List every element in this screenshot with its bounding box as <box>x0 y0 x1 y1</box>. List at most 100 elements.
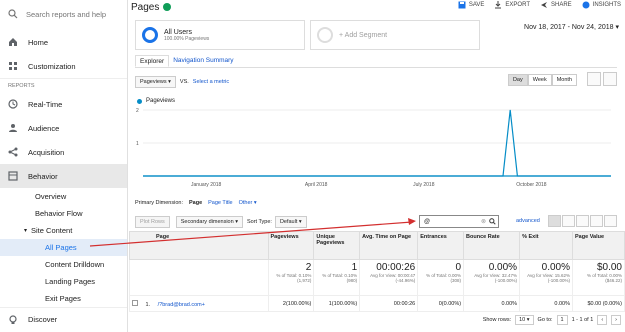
col-page[interactable]: Page <box>129 231 269 260</box>
metric-controls: Pageviews ▾ VS. Select a metric Day Week… <box>135 72 617 90</box>
person-icon <box>9 124 17 132</box>
motion-chart-icon[interactable] <box>603 72 617 86</box>
share-button[interactable]: SHARE <box>540 1 572 9</box>
x-tick-label: January 2018 <box>191 182 222 188</box>
advanced-filter-link[interactable]: advanced <box>516 218 540 224</box>
home-icon <box>9 38 17 46</box>
col-bounce-rate[interactable]: Bounce Rate <box>463 231 521 260</box>
day-button[interactable]: Day <box>507 74 528 86</box>
segment-ring-icon <box>142 27 158 43</box>
save-icon <box>458 1 466 9</box>
cell-page: 1. /?brad@brad.com+ <box>129 295 269 312</box>
sidebar-item-customization[interactable]: Customization <box>0 54 127 78</box>
total-bounce: 0.00% Avg for View: 32.47% (-100.00%) <box>463 259 521 296</box>
select-metric-link[interactable]: Select a metric <box>193 79 229 85</box>
sidebar-item-label: Real-Time <box>28 99 63 109</box>
sidebar-search[interactable]: Search reports and help <box>0 0 127 28</box>
sidebar-item-behavior[interactable]: Behavior <box>0 164 127 188</box>
total-value: 0 <box>455 262 462 273</box>
total-value-col: $0.00% of Total: 0.00% ($46.22) <box>572 259 625 296</box>
table-search-input[interactable]: @ ⊗ <box>419 215 499 228</box>
total-sub: Avg for View: 15.62% (-100.00%) <box>527 273 571 283</box>
sidebar-item-audience[interactable]: Audience <box>0 116 127 140</box>
tab-explorer[interactable]: Explorer <box>135 55 170 67</box>
sidebar-item-exit-pages[interactable]: Exit Pages <box>0 290 127 307</box>
show-rows-select[interactable]: 10 ▾ <box>515 315 534 325</box>
sidebar-item-label: Exit Pages <box>45 294 81 303</box>
chart-legend: Pageviews <box>137 98 175 104</box>
export-button[interactable]: EXPORT <box>494 1 530 9</box>
line-chart-icon[interactable] <box>587 72 601 86</box>
sidebar-item-label: Content Drilldown <box>45 260 105 269</box>
reports-section-label: REPORTS <box>0 78 127 92</box>
sort-type-label: Sort Type: <box>246 219 272 225</box>
sidebar-item-home[interactable]: Home <box>0 30 127 54</box>
row-checkbox[interactable] <box>132 299 138 306</box>
secondary-dimension-select[interactable]: Secondary dimension ▾ <box>175 216 243 228</box>
insights-label: INSIGHTS <box>592 2 621 8</box>
cell-entrances: 0(0.00%) <box>417 295 465 312</box>
week-button[interactable]: Week <box>527 74 552 86</box>
plot-rows-button[interactable]: Plot Rows <box>135 216 170 228</box>
clear-icon[interactable]: ⊗ <box>481 218 486 225</box>
vs-label: VS. <box>179 79 189 85</box>
table-view-icon[interactable] <box>548 215 561 227</box>
sidebar-item-acquisition[interactable]: Acquisition <box>0 140 127 164</box>
prev-page-button[interactable]: ‹ <box>597 315 608 325</box>
sidebar-item-label: Acquisition <box>28 147 65 157</box>
next-page-button[interactable]: › <box>611 315 621 325</box>
dimension-page-title[interactable]: Page Title <box>208 200 232 206</box>
sidebar-item-behavior-flow[interactable]: Behavior Flow <box>0 205 127 222</box>
total-sub: % of Total: 0.10% (980) <box>322 273 358 283</box>
sidebar-item-overview[interactable]: Overview <box>0 188 127 205</box>
dimension-page[interactable]: Page <box>189 200 202 206</box>
lightbulb-icon <box>9 314 17 324</box>
col-avg-time[interactable]: Avg. Time on Page <box>359 231 419 260</box>
totals-empty <box>129 259 269 296</box>
header-actions: SAVE EXPORT SHARE INSIGHTS <box>458 1 621 9</box>
empty-ring-icon <box>317 27 333 43</box>
sidebar-item-landing-pages[interactable]: Landing Pages <box>0 273 127 290</box>
sidebar-item-discover[interactable]: Discover <box>0 307 127 331</box>
table-header-row: Page Pageviews Unique Pageviews Avg. Tim… <box>129 231 625 260</box>
comparison-view-icon[interactable] <box>590 215 603 227</box>
total-value: 1 <box>351 262 358 273</box>
total-avg-time: 00:00:26 Avg for View: 00:00:47 (-44.96%) <box>359 259 419 296</box>
total-sub: % of Total: 0.00% (308) <box>426 273 462 283</box>
pie-view-icon[interactable] <box>562 215 575 227</box>
goto-label: Go to: <box>537 317 553 323</box>
total-value: 2 <box>305 262 312 273</box>
dimension-other[interactable]: Other ▾ <box>239 200 257 206</box>
sidebar-item-content-drilldown[interactable]: Content Drilldown <box>0 256 127 273</box>
download-icon <box>495 1 502 9</box>
date-range-picker[interactable]: Nov 18, 2017 - Nov 24, 2018 ▾ <box>524 23 619 31</box>
total-value: 0.00% <box>541 262 571 273</box>
add-segment-button[interactable]: + Add Segment <box>310 20 480 50</box>
col-page-value[interactable]: Page Value <box>572 231 625 260</box>
col-entrances[interactable]: Entrances <box>417 231 465 260</box>
search-icon[interactable] <box>489 218 496 225</box>
performance-view-icon[interactable] <box>576 215 589 227</box>
save-button[interactable]: SAVE <box>458 1 484 9</box>
pivot-view-icon[interactable] <box>604 215 617 227</box>
tab-navigation-summary[interactable]: Navigation Summary <box>169 55 237 67</box>
goto-input[interactable]: 1 <box>556 315 568 325</box>
insights-button[interactable]: INSIGHTS <box>582 1 621 9</box>
col-unique-pageviews[interactable]: Unique Pageviews <box>313 231 361 260</box>
cell-bounce: 0.00% <box>463 295 521 312</box>
sort-type-select[interactable]: Default ▾ <box>274 216 307 228</box>
behavior-icon <box>8 171 18 181</box>
dimension-other-label: Other <box>238 200 253 206</box>
sidebar-item-all-pages[interactable]: All Pages <box>0 239 127 256</box>
page-link[interactable]: /?brad@brad.com+ <box>158 302 205 308</box>
sidebar-item-realtime[interactable]: Real-Time <box>0 92 127 116</box>
month-button[interactable]: Month <box>551 74 577 86</box>
col-exit[interactable]: % Exit <box>519 231 574 260</box>
col-pageviews[interactable]: Pageviews <box>267 231 315 260</box>
total-unique: 1% of Total: 0.10% (980) <box>313 259 361 296</box>
sidebar-item-label: Site Content <box>31 226 73 235</box>
metric-select[interactable]: Pageviews ▾ <box>135 76 176 88</box>
segment-all-users[interactable]: All Users 100.00% Pageviews <box>135 20 305 50</box>
share-label: SHARE <box>550 2 572 8</box>
sidebar-item-site-content[interactable]: ▾ Site Content <box>0 222 127 239</box>
